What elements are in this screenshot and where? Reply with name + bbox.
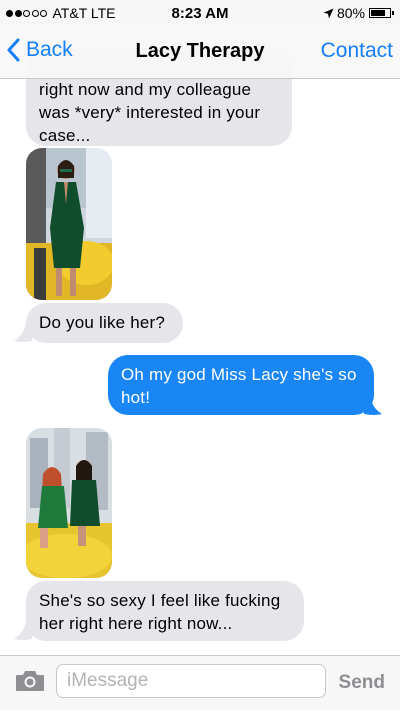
message-bubble-sent[interactable]: Oh my god Miss Lacy she's so hot! <box>108 355 374 415</box>
image-message-two-women[interactable] <box>26 428 112 578</box>
imessage-input[interactable] <box>56 664 326 698</box>
message-bubble-received[interactable]: Do you like her? <box>26 303 183 343</box>
location-arrow-icon <box>323 8 334 18</box>
messages-screen: AT&T LTE 8:23 AM 80% Back Lacy Therapy C… <box>0 0 400 710</box>
camera-button[interactable] <box>15 670 45 697</box>
message-bubble-received[interactable]: She's so sexy I feel like fucking her ri… <box>26 581 304 641</box>
photo-two-women-icon <box>26 428 112 578</box>
battery-percent: 80% <box>336 5 365 21</box>
battery-icon <box>369 8 391 18</box>
bubble-tail <box>14 621 32 640</box>
message-text: Oh my god Miss Lacy she's so hot! <box>121 365 357 407</box>
bubble-tail <box>364 396 382 415</box>
navigation-bar: Back Lacy Therapy Contact <box>0 26 400 79</box>
message-composer: Send <box>0 655 400 710</box>
image-message-woman-green-dress[interactable] <box>26 148 112 300</box>
contact-button[interactable]: Contact <box>321 39 393 63</box>
camera-icon <box>16 671 44 691</box>
message-text: Do you like her? <box>39 313 166 332</box>
message-text: She's so sexy I feel like fucking her ri… <box>39 591 281 633</box>
photo-woman-green-dress-icon <box>26 148 112 300</box>
message-text: right now and my colleague was *very* in… <box>39 80 261 145</box>
bubble-tail <box>14 323 32 342</box>
status-bar: AT&T LTE 8:23 AM 80% <box>0 0 400 26</box>
send-button[interactable]: Send <box>339 672 385 694</box>
status-right: 80% <box>323 5 394 21</box>
